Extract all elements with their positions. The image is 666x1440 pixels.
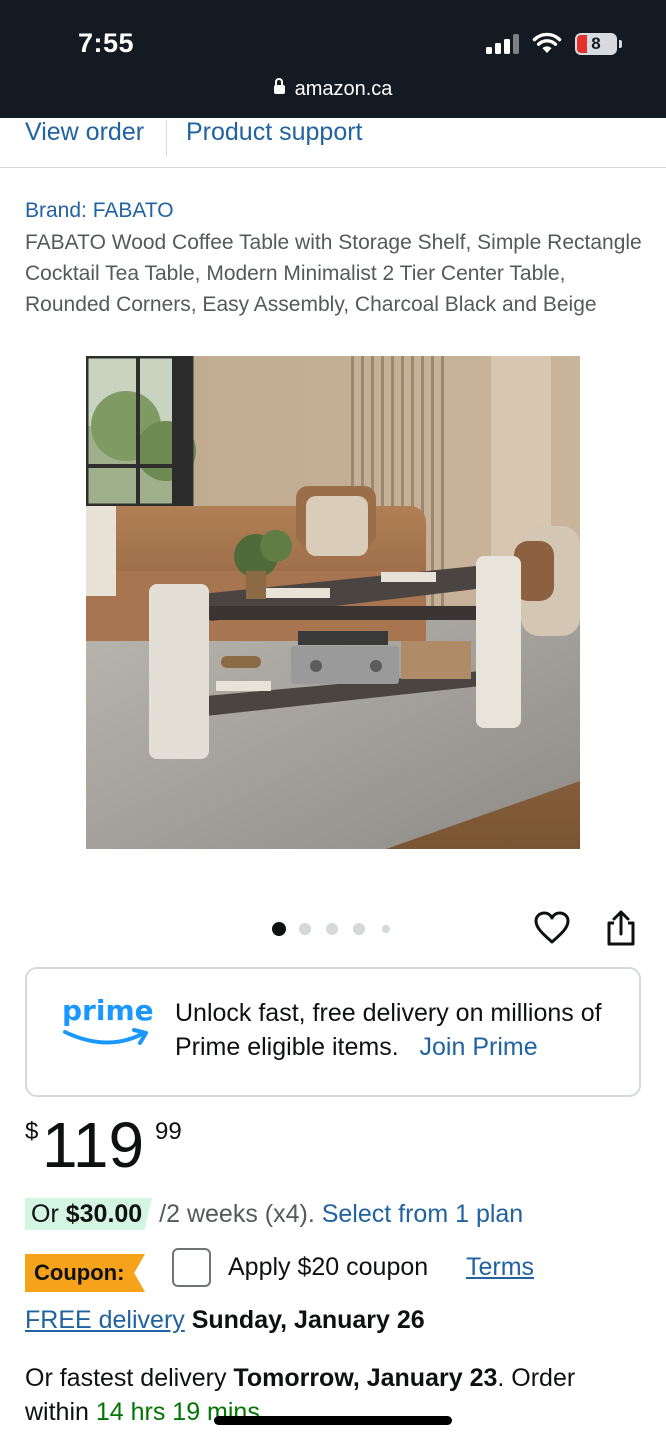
address-bar[interactable]: amazon.ca xyxy=(0,78,666,101)
prime-logo-text: prime xyxy=(62,994,154,1027)
installment-term: /2 weeks (x4). xyxy=(159,1200,315,1228)
coupon-badge: Coupon: xyxy=(25,1254,145,1292)
view-order-link[interactable]: View order xyxy=(25,118,144,147)
installment-amount: $30.00 xyxy=(65,1200,143,1228)
apply-coupon-label[interactable]: Apply $20 coupon xyxy=(228,1253,428,1282)
heart-icon[interactable] xyxy=(533,909,571,947)
prime-logo: prime xyxy=(62,994,154,1056)
carousel-dot[interactable] xyxy=(299,923,311,935)
url-text: amazon.ca xyxy=(294,78,393,100)
product-title: FABATO Wood Coffee Table with Storage Sh… xyxy=(25,231,642,316)
nav-divider xyxy=(166,120,167,156)
carousel-dot[interactable] xyxy=(382,925,390,933)
status-bar: 7:55 8 amazon.ca xyxy=(0,0,666,118)
carousel-dot[interactable] xyxy=(353,923,365,935)
prime-message: Unlock fast, free delivery on millions o… xyxy=(175,996,625,1064)
prime-smile-icon xyxy=(63,1028,148,1045)
product-support-link[interactable]: Product support xyxy=(186,118,363,147)
select-plan-link[interactable]: Select from 1 plan xyxy=(322,1200,524,1228)
price-fraction: 99 xyxy=(155,1118,182,1145)
installment-amount-badge: Or $30.00 xyxy=(25,1198,153,1230)
installment-prefix: Or xyxy=(31,1200,59,1228)
image-carousel-dots[interactable] xyxy=(270,920,400,938)
free-delivery-date: Sunday, January 26 xyxy=(191,1306,425,1334)
prime-promo-card[interactable]: prime Unlock fast, free delivery on mill… xyxy=(25,967,641,1097)
clock: 7:55 xyxy=(78,28,135,58)
carousel-dot[interactable] xyxy=(326,923,338,935)
lock-icon xyxy=(273,78,285,94)
home-indicator[interactable] xyxy=(214,1416,452,1425)
fastest-delivery-prefix: Or fastest delivery xyxy=(25,1364,227,1392)
brand-link[interactable]: Brand: FABATO xyxy=(25,199,174,223)
carousel-dot-active[interactable] xyxy=(272,922,286,936)
cellular-signal-icon xyxy=(486,34,520,54)
price-currency: $ xyxy=(25,1118,39,1145)
free-delivery-info: FREE delivery Sunday, January 26 xyxy=(25,1306,425,1335)
order-nav: View order Product support xyxy=(0,118,666,168)
wifi-icon xyxy=(532,32,562,53)
share-icon[interactable] xyxy=(604,909,638,947)
battery-level: 8 xyxy=(591,34,601,53)
free-delivery-link[interactable]: FREE delivery xyxy=(25,1306,185,1334)
price-whole: 119 xyxy=(42,1109,145,1181)
coffee-table-photo xyxy=(86,356,580,849)
join-prime-link[interactable]: Join Prime xyxy=(420,1033,538,1061)
product-image[interactable] xyxy=(86,356,580,849)
installment-offer: Or $30.00 /2 weeks (x4). Select from 1 p… xyxy=(25,1196,523,1232)
battery-icon: 8 xyxy=(575,33,622,55)
fastest-delivery-date: Tomorrow, January 23 xyxy=(233,1364,498,1392)
coupon-terms-link[interactable]: Terms xyxy=(466,1253,534,1282)
apply-coupon-checkbox[interactable] xyxy=(172,1248,211,1287)
